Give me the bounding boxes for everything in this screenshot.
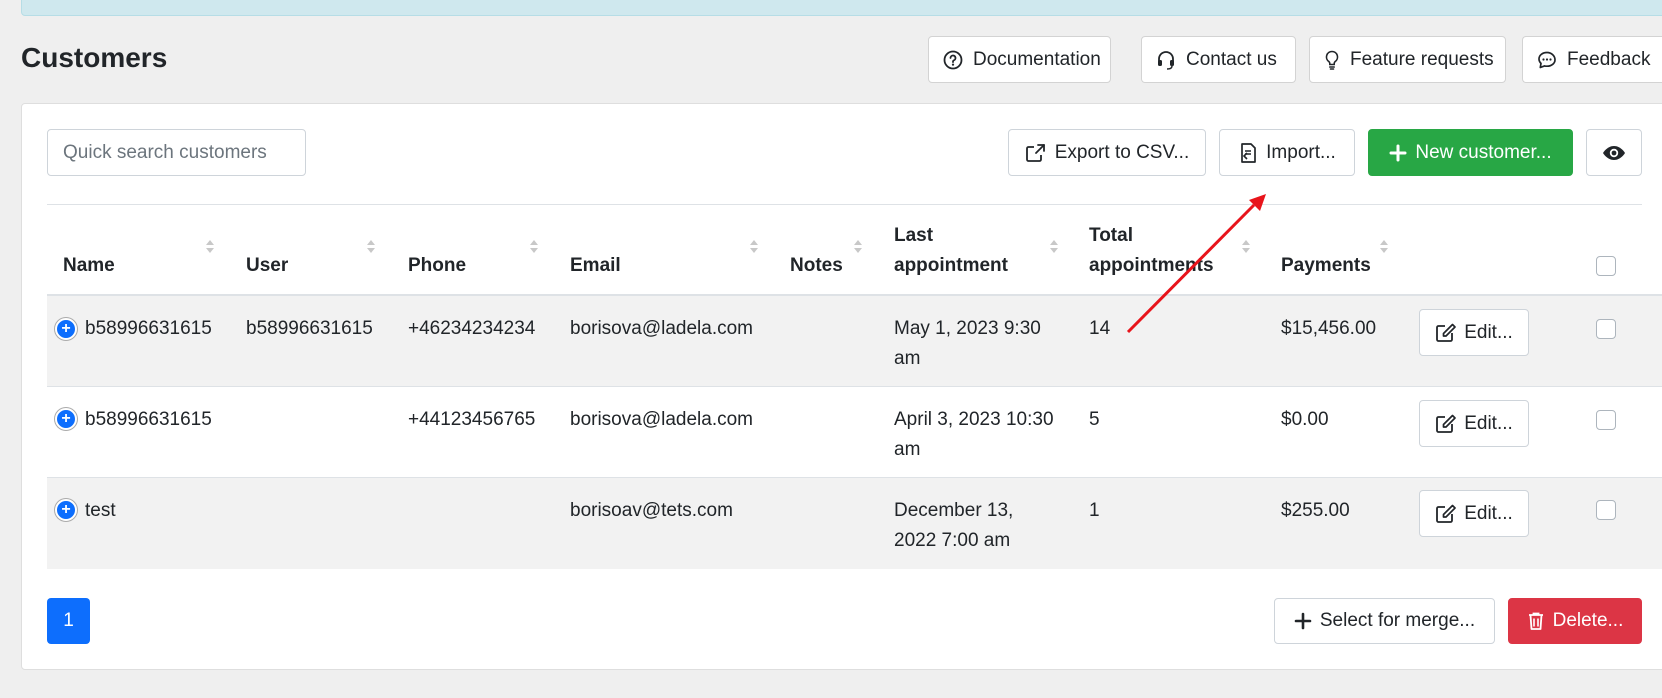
- new-customer-label: New customer...: [1415, 141, 1552, 163]
- cell-email: borisova@ladela.com: [570, 409, 753, 430]
- chat-dots-icon: [1538, 51, 1556, 68]
- pagination-page-button[interactable]: 1: [47, 598, 90, 644]
- cell-last-appointment-line1: April 3, 2023 10:30: [894, 409, 1054, 430]
- row-checkbox[interactable]: [1596, 319, 1616, 339]
- pencil-square-icon: [1436, 323, 1457, 342]
- cell-email: borisova@ladela.com: [570, 318, 753, 339]
- cell-name: b58996631615: [85, 409, 212, 430]
- page-title: Customers: [21, 42, 168, 73]
- plus-icon: [1389, 144, 1407, 161]
- row-checkbox[interactable]: [1596, 500, 1616, 520]
- row-checkbox[interactable]: [1596, 410, 1616, 430]
- column-header-payments[interactable]: Payments: [1281, 251, 1371, 281]
- feature-requests-label: Feature requests: [1350, 48, 1494, 70]
- column-header-phone[interactable]: Phone: [408, 251, 466, 281]
- contact-us-button[interactable]: Contact us: [1141, 36, 1296, 83]
- contact-us-label: Contact us: [1186, 48, 1277, 70]
- documentation-label: Documentation: [973, 48, 1101, 70]
- column-header-user[interactable]: User: [246, 251, 288, 281]
- pencil-square-icon: [1436, 414, 1457, 433]
- eye-icon: [1603, 145, 1625, 160]
- column-header-email[interactable]: Email: [570, 251, 621, 281]
- cell-total-appointments: 1: [1089, 500, 1100, 521]
- cell-last-appointment-line2: 2022 7:00 am: [894, 530, 1011, 551]
- edit-button[interactable]: Edit...: [1419, 400, 1529, 447]
- column-header-last-appointment-line1[interactable]: Last: [894, 221, 933, 251]
- select-for-merge-label: Select for merge...: [1319, 610, 1476, 631]
- import-label: Import...: [1266, 141, 1336, 163]
- column-header-total-appointments-line1[interactable]: Total: [1089, 221, 1133, 251]
- expand-row-icon[interactable]: +: [55, 408, 77, 430]
- cell-name: test: [85, 500, 116, 521]
- column-visibility-button[interactable]: [1586, 129, 1642, 176]
- column-header-notes[interactable]: Notes: [790, 251, 843, 281]
- cell-phone: +44123456765: [408, 409, 536, 430]
- cell-payments: $0.00: [1281, 409, 1329, 430]
- plus-icon: [1294, 612, 1312, 630]
- edit-button[interactable]: Edit...: [1419, 309, 1529, 356]
- edit-button-label: Edit...: [1464, 321, 1513, 343]
- trash-icon: [1528, 612, 1543, 630]
- delete-button[interactable]: Delete...: [1508, 598, 1642, 644]
- cell-payments: $255.00: [1281, 500, 1350, 521]
- new-customer-button[interactable]: New customer...: [1368, 129, 1573, 176]
- import-file-icon: [1241, 142, 1257, 163]
- quick-search-input[interactable]: [47, 129, 306, 176]
- select-all-checkbox[interactable]: [1596, 256, 1616, 276]
- cell-email: borisoav@tets.com: [570, 500, 733, 521]
- export-csv-label: Export to CSV...: [1054, 141, 1190, 163]
- column-header-last-appointment-line2[interactable]: appointment: [894, 251, 1008, 281]
- cell-user: b58996631615: [246, 318, 373, 339]
- feedback-button[interactable]: Feedback: [1522, 36, 1662, 83]
- cell-last-appointment-line1: December 13,: [894, 500, 1014, 521]
- box-arrow-up-right-icon: [1025, 143, 1045, 162]
- cell-last-appointment-line2: am: [894, 439, 921, 460]
- cell-total-appointments: 5: [1089, 409, 1100, 430]
- headset-icon: [1158, 50, 1174, 70]
- export-csv-button[interactable]: Export to CSV...: [1008, 129, 1206, 176]
- info-banner: [21, 0, 1662, 16]
- question-circle-icon: [943, 50, 963, 69]
- edit-button[interactable]: Edit...: [1419, 490, 1529, 537]
- toolbar-divider: [47, 204, 1642, 205]
- edit-button-label: Edit...: [1464, 502, 1513, 524]
- cell-payments: $15,456.00: [1281, 318, 1377, 339]
- expand-row-icon[interactable]: +: [55, 318, 77, 340]
- column-header-total-appointments-line2[interactable]: appointments: [1089, 251, 1214, 281]
- cell-last-appointment-line2: am: [894, 348, 921, 369]
- import-button[interactable]: Import...: [1219, 129, 1355, 176]
- pencil-square-icon: [1436, 504, 1457, 523]
- feedback-label: Feedback: [1567, 48, 1651, 70]
- expand-row-icon[interactable]: +: [55, 499, 77, 521]
- feature-requests-button[interactable]: Feature requests: [1309, 36, 1506, 83]
- documentation-button[interactable]: Documentation: [928, 36, 1111, 83]
- cell-last-appointment-line1: May 1, 2023 9:30: [894, 318, 1041, 339]
- cell-total-appointments: 14: [1089, 318, 1111, 339]
- cell-phone: +46234234234: [408, 318, 536, 339]
- select-for-merge-button[interactable]: Select for merge...: [1274, 598, 1495, 644]
- lightbulb-icon: [1325, 50, 1339, 70]
- delete-label: Delete...: [1552, 610, 1624, 631]
- column-header-name[interactable]: Name: [63, 251, 115, 281]
- cell-name: b58996631615: [85, 318, 212, 339]
- edit-button-label: Edit...: [1464, 412, 1513, 434]
